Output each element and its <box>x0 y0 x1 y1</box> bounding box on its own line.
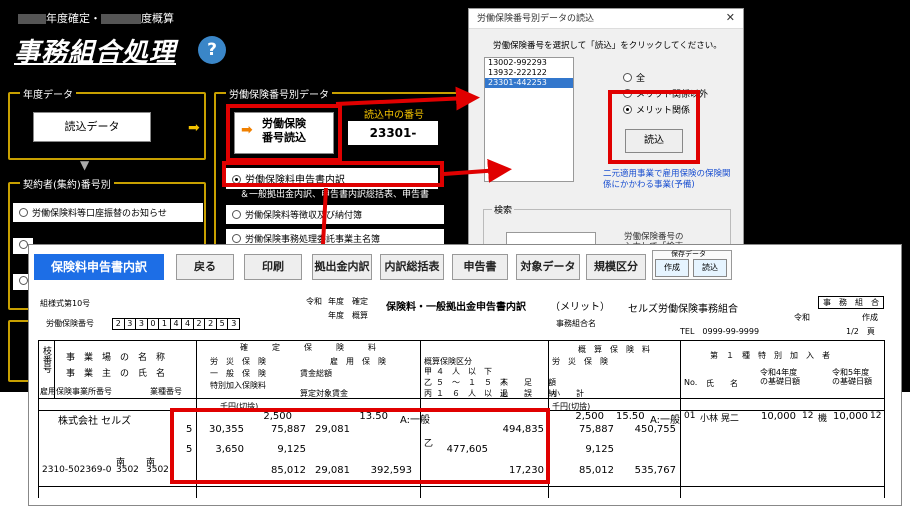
save-data-label: 保存データ <box>671 250 706 258</box>
otsu-range: ５ ～ １ ５ 人 <box>436 378 508 387</box>
digit: 3 <box>125 319 137 329</box>
digit: 3 <box>231 319 237 328</box>
grid-line <box>38 486 884 487</box>
era-label: 令和 <box>306 297 322 306</box>
industry-2: 3502 <box>146 465 169 475</box>
accident-head: 労 災 保 険 <box>210 357 266 366</box>
read-button[interactable]: 読込 <box>693 259 727 277</box>
declaration-button[interactable]: 申告書 <box>452 254 508 280</box>
employ-head: 雇 用 保 険 <box>330 357 386 366</box>
year-confirm-label: 年度 確定 <box>328 297 368 306</box>
save-data-group: 保存データ 作成 読込 <box>652 250 732 280</box>
digit: 2 <box>113 319 125 329</box>
e-total: 2,500 <box>575 411 604 422</box>
grid-line <box>38 340 39 498</box>
business-head: 事 業 場 の 名 称 <box>66 353 166 363</box>
digit: 2 <box>205 319 217 329</box>
union-box: 事 務 組 合 <box>818 296 884 309</box>
arrow-to-dialog-2 <box>443 158 512 183</box>
e2: 450,755 <box>634 424 676 435</box>
digit: 0 <box>148 319 160 329</box>
highlight-box <box>170 408 550 484</box>
union-name: セルズ労働保険事務組合 <box>628 304 738 315</box>
r4-head: 令和4年度の基礎日額 <box>760 368 800 386</box>
small-total-head: 小 計 <box>552 389 584 398</box>
employ-office-no: 2310-502369-0 <box>42 465 112 475</box>
shortage-head: 不 足 額 <box>500 378 556 387</box>
digit: 5 <box>217 319 229 329</box>
page-number: 1/2 頁 <box>846 327 875 336</box>
otsu-label: 乙 <box>424 378 432 387</box>
labor-no-label: 労働保険番号 <box>46 319 94 328</box>
digit: 3 <box>136 319 148 329</box>
year-estimate-label: 年度 概算 <box>328 311 368 320</box>
arrow-to-dialog <box>335 86 480 111</box>
merit-label: （メリット） <box>550 302 610 313</box>
general-head: 一 般 保 険 <box>210 369 266 378</box>
business-name: 株式会社 セルズ <box>58 416 132 427</box>
back-button[interactable]: 戻る <box>176 254 234 280</box>
person-no: 01 <box>684 411 696 421</box>
calc-target-head: 算定対象賃金 <box>300 389 348 398</box>
person-c1: 12 <box>802 411 814 421</box>
industry-1: 3502 <box>116 465 139 475</box>
grid-line <box>884 340 885 498</box>
accident-head-2: 労 災 保 険 <box>552 357 608 366</box>
create-button[interactable]: 作成 <box>655 259 689 277</box>
confirmed-head: 確 定 保 険 料 <box>240 343 376 352</box>
person-name: 小林 晃二 <box>700 414 739 424</box>
labor-no-digits: 2 3 3 0 1 4 4 2 2 5 3 <box>112 318 240 330</box>
grid-line <box>680 340 681 498</box>
person-c2: 機 <box>818 414 828 424</box>
kou-range: ４ 人 以 下 <box>436 367 492 376</box>
e3: 9,125 <box>585 444 614 455</box>
overpay-head: 過 誤 納 <box>500 389 556 398</box>
tel: TEL 0999-99-9999 <box>680 327 760 336</box>
industry-head: 業種番号 <box>150 387 182 396</box>
branch-head: 枝番号 <box>41 346 51 373</box>
scale-button[interactable]: 規模区分 <box>586 254 646 280</box>
digit: 4 <box>171 319 183 329</box>
hei-label: 丙 <box>424 389 432 398</box>
r5-head: 令和5年度の基礎日額 <box>832 368 872 386</box>
first-class-head: 第 １ 種 特 別 加 入 者 <box>710 351 830 360</box>
union-label: 事務組合名 <box>556 319 596 328</box>
summary-button[interactable]: 内訳総括表 <box>380 254 444 280</box>
name-head: 氏 名 <box>706 379 738 388</box>
digit: 4 <box>182 319 194 329</box>
created-label: 作成 <box>862 313 878 322</box>
wage-head: 賃金総額 <box>300 369 332 378</box>
grid-line <box>38 340 884 341</box>
kou-label: 甲 <box>424 367 432 376</box>
person-c3: 12 <box>870 411 882 421</box>
e4: 85,012 <box>579 465 614 476</box>
tab-premium-breakdown[interactable]: 保険料申告書内訳 <box>34 254 164 280</box>
estimate-head: 概 算 保 険 料 <box>578 345 650 354</box>
e5: 535,767 <box>634 465 676 476</box>
target-data-button[interactable]: 対象データ <box>516 254 580 280</box>
owner-head: 事 業 主 の 氏 名 <box>66 369 166 379</box>
person-r5: 10,000 <box>833 411 868 422</box>
digit: 1 <box>159 319 171 329</box>
form-number: 組様式第10号 <box>40 299 91 308</box>
report-title: 保険料・一般拠出金申告書内訳 <box>386 302 526 313</box>
print-button[interactable]: 印刷 <box>244 254 302 280</box>
employ-no-head: 雇用保険事業所番号 <box>40 387 112 396</box>
e1: 75,887 <box>579 424 614 435</box>
special-head: 特別加入保険料 <box>210 381 266 390</box>
era-label-2: 令和 <box>794 313 810 322</box>
no-head: No. <box>684 378 698 387</box>
hei-range: １ ６ 人 以 上 <box>436 389 508 398</box>
contribution-button[interactable]: 拠出金内訳 <box>312 254 372 280</box>
person-r4: 10,000 <box>761 411 796 422</box>
digit: 2 <box>194 319 206 329</box>
